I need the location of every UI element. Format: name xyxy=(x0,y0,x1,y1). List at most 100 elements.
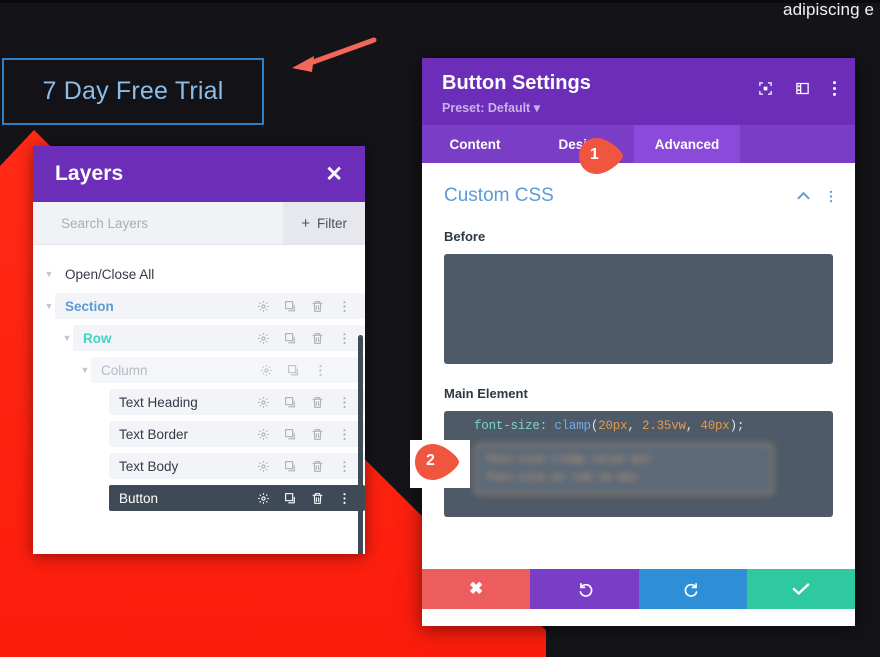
plus-icon: + xyxy=(301,214,310,232)
check-icon xyxy=(792,583,810,595)
code-autocomplete-overlay: font-size clamp value min font-size px re… xyxy=(474,443,774,495)
layer-label: Text Body xyxy=(119,458,179,474)
layer-row-column[interactable]: ▼ Column xyxy=(33,357,365,383)
layer-row-open-close-all[interactable]: ▼ Open/Close All xyxy=(33,261,365,287)
chevron-down-icon[interactable]: ▼ xyxy=(43,269,55,279)
more-icon[interactable] xyxy=(338,396,351,409)
preset-selector[interactable]: Preset: Default ▾ xyxy=(442,100,835,115)
undo-icon xyxy=(579,582,593,597)
chevron-up-icon[interactable] xyxy=(796,191,811,201)
redo-icon xyxy=(684,582,698,597)
more-icon[interactable] xyxy=(338,492,351,505)
step-marker-1: 1 xyxy=(578,137,624,175)
trial-button[interactable]: 7 Day Free Trial xyxy=(2,58,264,125)
layers-tree: ▼ Open/Close All ▼ Section ▼ Row ▼ Colum… xyxy=(33,245,365,554)
tab-advanced[interactable]: Advanced xyxy=(634,125,740,163)
close-icon[interactable]: ✕ xyxy=(325,164,343,185)
layer-row-button[interactable]: Button xyxy=(33,485,365,511)
search-input[interactable]: Search Layers xyxy=(33,216,283,231)
close-icon: ✖ xyxy=(469,579,484,598)
settings-footer: ✖ xyxy=(422,569,855,609)
more-icon[interactable] xyxy=(829,189,833,204)
step-marker-number: 1 xyxy=(590,146,599,163)
annotation-arrow xyxy=(288,36,388,76)
layers-panel-header: Layers ✕ xyxy=(33,146,365,202)
layer-row-text-heading[interactable]: Text Heading xyxy=(33,389,365,415)
redo-button[interactable] xyxy=(638,569,747,609)
trash-icon[interactable] xyxy=(311,492,324,505)
layer-row-text-body[interactable]: Text Body xyxy=(33,453,365,479)
duplicate-icon[interactable] xyxy=(284,300,297,313)
layer-row-text-border[interactable]: Text Border xyxy=(33,421,365,447)
more-icon[interactable] xyxy=(314,364,327,377)
gear-icon[interactable] xyxy=(260,364,273,377)
layer-row-row[interactable]: ▼ Row xyxy=(33,325,365,351)
main-element-field-label: Main Element xyxy=(444,386,528,401)
css-function-token: clamp xyxy=(554,419,591,433)
comma-token: , xyxy=(627,419,642,433)
chevron-down-icon[interactable]: ▼ xyxy=(43,301,55,311)
gear-icon[interactable] xyxy=(257,492,270,505)
step-marker-2: 2 xyxy=(414,443,460,481)
more-icon[interactable] xyxy=(338,460,351,473)
filter-button[interactable]: + Filter xyxy=(283,202,365,244)
duplicate-icon[interactable] xyxy=(284,428,297,441)
layout-icon[interactable] xyxy=(795,81,810,96)
clamp-preferred-token: 2.35vw xyxy=(641,419,686,433)
custom-css-section-header[interactable]: Custom CSS xyxy=(444,185,833,207)
tab-content[interactable]: Content xyxy=(422,125,528,163)
before-field-label: Before xyxy=(444,229,486,244)
duplicate-icon[interactable] xyxy=(287,364,300,377)
before-code-editor[interactable] xyxy=(444,254,833,364)
main-element-code-editor[interactable]: font-size: clamp(20px, 2.35vw, 40px); fo… xyxy=(444,411,833,517)
layers-search-bar: Search Layers + Filter xyxy=(33,202,365,245)
trash-icon[interactable] xyxy=(311,332,324,345)
layer-label: Row xyxy=(83,330,112,346)
section-title: Custom CSS xyxy=(444,185,554,206)
layer-label: Text Heading xyxy=(119,394,198,410)
trash-icon[interactable] xyxy=(311,396,324,409)
gear-icon[interactable] xyxy=(257,396,270,409)
trash-icon[interactable] xyxy=(311,428,324,441)
more-icon[interactable] xyxy=(832,80,837,97)
layer-label: Button xyxy=(119,490,159,506)
layers-scrollbar[interactable] xyxy=(358,335,363,554)
more-icon[interactable] xyxy=(338,332,351,345)
close-paren-token: ); xyxy=(729,419,745,433)
step-marker-number: 2 xyxy=(426,452,435,469)
more-icon[interactable] xyxy=(338,428,351,441)
trash-icon[interactable] xyxy=(311,460,324,473)
trial-button-label: 7 Day Free Trial xyxy=(42,77,224,105)
screenshot-root: adipiscing e 7 Day Free Trial Layers ✕ S… xyxy=(0,0,880,657)
layer-label: Column xyxy=(101,362,148,378)
settings-tabs: Content Design Advanced xyxy=(422,125,855,163)
layer-label: Text Border xyxy=(119,426,189,442)
clamp-max-token: 40px xyxy=(700,419,730,433)
save-button[interactable] xyxy=(746,569,855,609)
clamp-min-token: 20px xyxy=(598,419,628,433)
settings-content: Custom CSS Before Main Element font-size… xyxy=(422,163,855,569)
more-icon[interactable] xyxy=(338,300,351,313)
comma-token: , xyxy=(685,419,701,433)
code-line: font-size: clamp(20px, 2.35vw, 40px); xyxy=(444,411,833,433)
layer-row-section[interactable]: ▼ Section xyxy=(33,293,365,319)
chevron-down-icon[interactable]: ▼ xyxy=(61,333,73,343)
chevron-down-icon: ▾ xyxy=(533,101,540,115)
gear-icon[interactable] xyxy=(257,460,270,473)
gear-icon[interactable] xyxy=(257,332,270,345)
duplicate-icon[interactable] xyxy=(284,332,297,345)
duplicate-icon[interactable] xyxy=(284,460,297,473)
chevron-down-icon[interactable]: ▼ xyxy=(79,365,91,375)
focus-icon[interactable] xyxy=(758,81,773,96)
trash-icon[interactable] xyxy=(311,300,324,313)
duplicate-icon[interactable] xyxy=(284,396,297,409)
duplicate-icon[interactable] xyxy=(284,492,297,505)
settings-header-icons xyxy=(758,80,837,97)
cancel-button[interactable]: ✖ xyxy=(422,569,531,609)
settings-header: Button Settings Preset: Default ▾ xyxy=(422,58,855,125)
undo-button[interactable] xyxy=(530,569,639,609)
gear-icon[interactable] xyxy=(257,428,270,441)
css-property-token: font-size: xyxy=(474,419,548,433)
layers-panel: Layers ✕ Search Layers + Filter ▼ Open/C… xyxy=(33,146,365,554)
gear-icon[interactable] xyxy=(257,300,270,313)
